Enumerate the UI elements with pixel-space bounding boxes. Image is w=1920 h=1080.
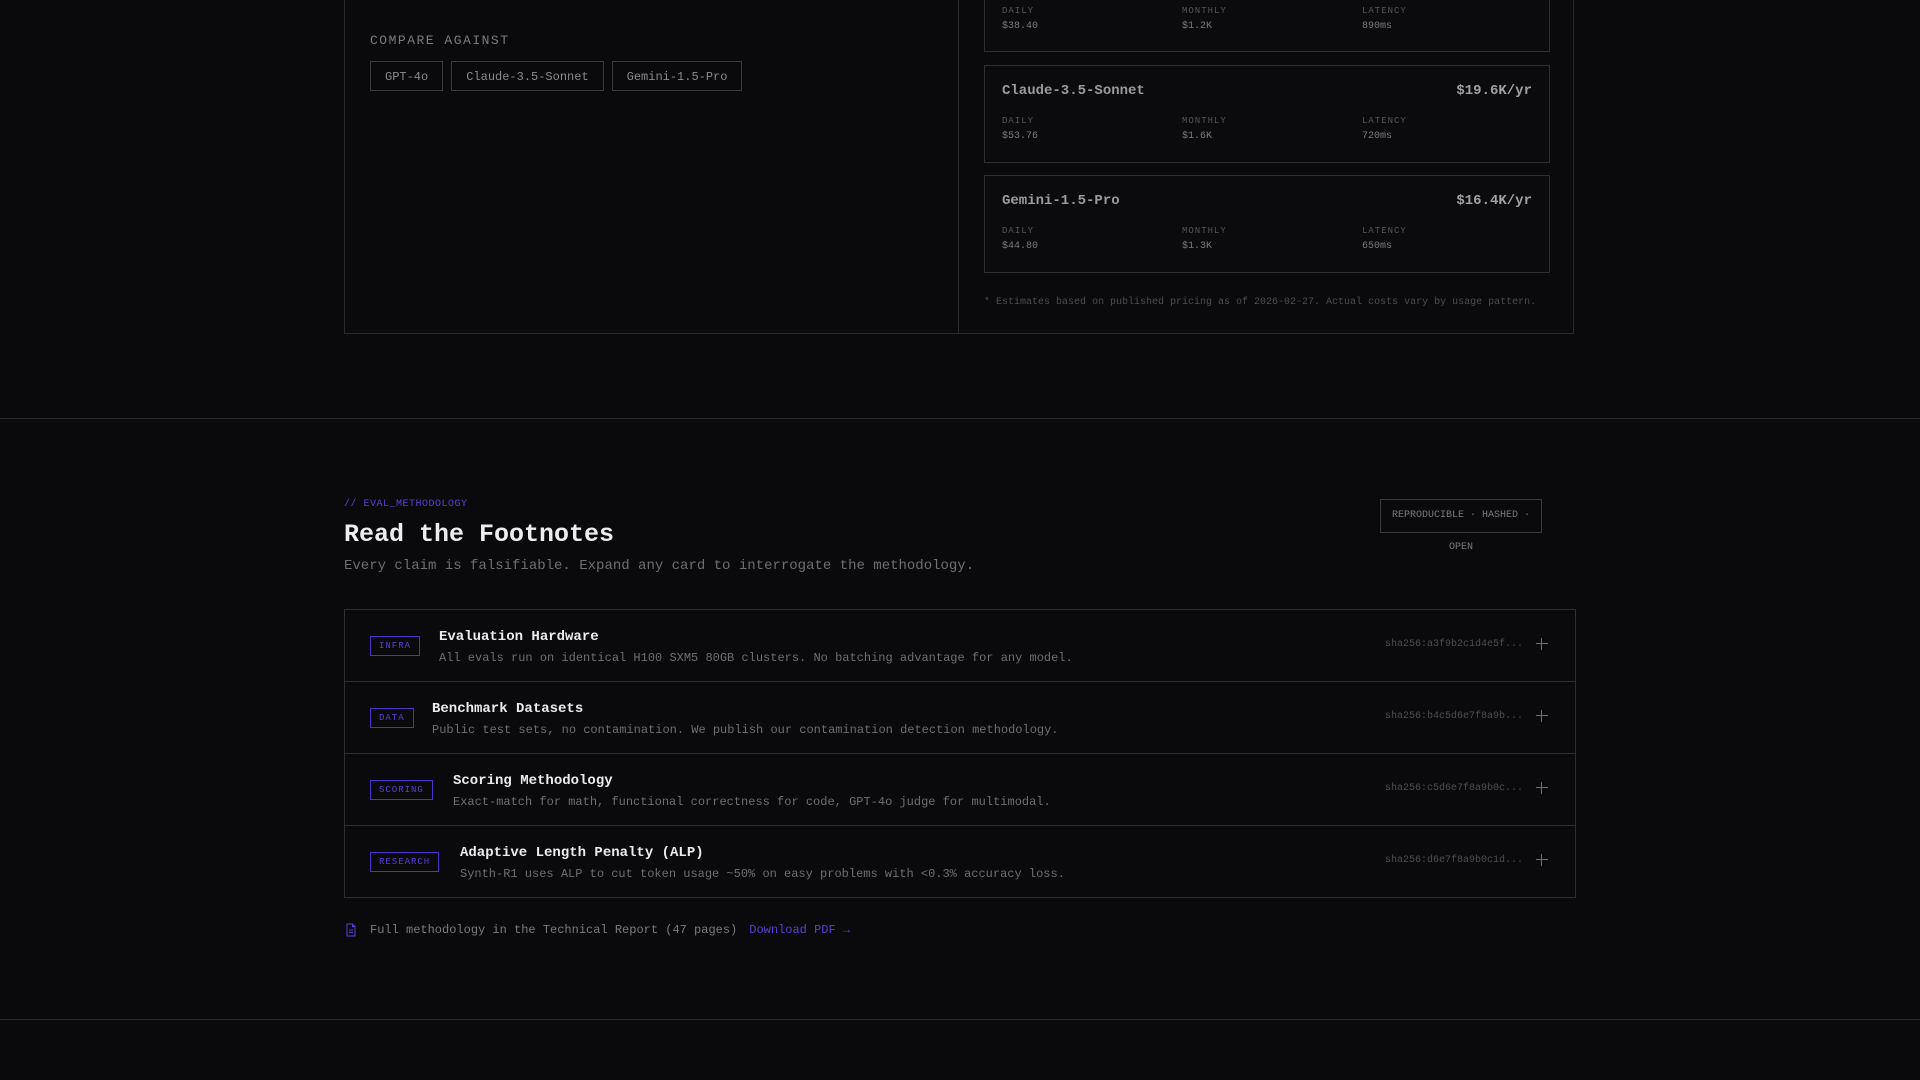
card-hash: sha256:a3f9b2c1d4e5f... — [1384, 639, 1523, 650]
stat-latency: LATENCY 650ms — [1362, 226, 1542, 252]
technical-report-text: Full methodology in the Technical Report… — [370, 923, 738, 937]
methodology-card-infra[interactable]: INFRA Evaluation Hardware All evals run … — [345, 610, 1575, 682]
section-subtitle: Every claim is falsifiable. Expand any c… — [344, 558, 975, 574]
stat-daily: DAILY $38.40 — [1002, 6, 1182, 32]
panel-divider — [958, 0, 959, 334]
stat-value: $44.80 — [1002, 241, 1039, 252]
expand-plus-icon[interactable] — [1534, 852, 1550, 868]
stat-latency: LATENCY 890ms — [1362, 6, 1542, 32]
card-description: Exact-match for math, functional correct… — [453, 795, 1051, 809]
chip-gemini-1-5-pro[interactable]: Gemini-1.5-Pro — [611, 61, 743, 91]
document-icon — [346, 923, 356, 937]
card-description: Public test sets, no contamination. We p… — [432, 723, 1059, 737]
stat-label: MONTHLY — [1182, 116, 1227, 126]
stat-label: DAILY — [1002, 226, 1035, 236]
stat-daily: DAILY $44.80 — [1002, 226, 1182, 252]
stat-monthly: MONTHLY $1.3K — [1182, 226, 1362, 252]
model-stats: DAILY $38.40 MONTHLY $1.2K LATENCY 890ms — [1002, 6, 1542, 32]
reproducible-badge: REPRODUCIBLE · HASHED · OPEN — [1380, 499, 1542, 553]
model-card: Claude-3.5-Sonnet $19.6K/yr DAILY $53.76… — [984, 65, 1550, 163]
card-hash: sha256:b4c5d6e7f8a9b... — [1384, 711, 1523, 722]
expand-plus-icon[interactable] — [1534, 636, 1550, 652]
methodology-card-research[interactable]: RESEARCH Adaptive Length Penalty (ALP) S… — [345, 826, 1575, 897]
card-description: All evals run on identical H100 SXM5 80G… — [439, 651, 1073, 665]
card-title: Scoring Methodology — [453, 773, 613, 789]
stat-value: $1.3K — [1182, 241, 1213, 252]
section-divider — [0, 1019, 1920, 1020]
category-tag: INFRA — [370, 636, 421, 656]
category-tag: RESEARCH — [370, 852, 440, 872]
card-title: Adaptive Length Penalty (ALP) — [460, 845, 704, 861]
card-description: Synth-R1 uses ALP to cut token usage ~50… — [460, 867, 1065, 881]
compare-label: COMPARE AGAINST — [370, 33, 510, 48]
stat-label: LATENCY — [1362, 226, 1407, 236]
stat-daily: DAILY $53.76 — [1002, 116, 1182, 142]
methodology-card-data[interactable]: DATA Benchmark Datasets Public test sets… — [345, 682, 1575, 754]
model-card: DAILY $38.40 MONTHLY $1.2K LATENCY 890ms — [984, 0, 1550, 52]
section-eyebrow: // EVAL_METHODOLOGY — [344, 499, 468, 510]
stat-label: LATENCY — [1362, 116, 1407, 126]
stat-monthly: MONTHLY $1.2K — [1182, 6, 1362, 32]
chip-gpt-4o[interactable]: GPT-4o — [370, 61, 444, 91]
pricing-disclaimer: * Estimates based on published pricing a… — [984, 297, 1537, 308]
stat-label: DAILY — [1002, 116, 1035, 126]
card-hash: sha256:d6e7f8a9b0c1d... — [1384, 855, 1523, 866]
model-stats: DAILY $53.76 MONTHLY $1.6K LATENCY 720ms — [1002, 116, 1542, 142]
section-divider — [0, 418, 1920, 419]
stat-value: $38.40 — [1002, 21, 1039, 32]
category-tag: SCORING — [370, 780, 433, 800]
card-hash: sha256:c5d6e7f8a9b0c... — [1384, 783, 1523, 794]
stat-label: MONTHLY — [1182, 6, 1227, 16]
expand-plus-icon[interactable] — [1534, 708, 1550, 724]
stat-label: LATENCY — [1362, 6, 1407, 16]
card-title: Evaluation Hardware — [439, 629, 599, 645]
model-name: Gemini-1.5-Pro — [1002, 193, 1120, 209]
expand-plus-icon[interactable] — [1534, 780, 1550, 796]
methodology-list: INFRA Evaluation Hardware All evals run … — [344, 609, 1576, 898]
card-title: Benchmark Datasets — [432, 701, 584, 717]
methodology-card-scoring[interactable]: SCORING Scoring Methodology Exact-match … — [345, 754, 1575, 826]
stat-value: $53.76 — [1002, 131, 1039, 142]
stat-label: MONTHLY — [1182, 226, 1227, 236]
download-pdf-link[interactable]: Download PDF → — [749, 923, 850, 937]
technical-report-line: Full methodology in the Technical Report… — [344, 923, 850, 937]
model-yearly-cost: $19.6K/yr — [1456, 83, 1532, 99]
stat-value: 720ms — [1362, 131, 1393, 142]
model-name: Claude-3.5-Sonnet — [1002, 83, 1145, 99]
stat-value: 890ms — [1362, 21, 1393, 32]
model-yearly-cost: $16.4K/yr — [1456, 193, 1532, 209]
stat-value: $1.2K — [1182, 21, 1213, 32]
stat-value: $1.6K — [1182, 131, 1213, 142]
stat-latency: LATENCY 720ms — [1362, 116, 1542, 142]
chip-claude-3-5-sonnet[interactable]: Claude-3.5-Sonnet — [451, 61, 604, 91]
category-tag: DATA — [370, 708, 414, 728]
model-stats: DAILY $44.80 MONTHLY $1.3K LATENCY 650ms — [1002, 226, 1542, 252]
compare-chips: GPT-4o Claude-3.5-Sonnet Gemini-1.5-Pro — [370, 61, 743, 91]
stat-label: DAILY — [1002, 6, 1035, 16]
stat-value: 650ms — [1362, 241, 1393, 252]
section-title: Read the Footnotes — [344, 520, 615, 549]
stat-monthly: MONTHLY $1.6K — [1182, 116, 1362, 142]
model-card: Gemini-1.5-Pro $16.4K/yr DAILY $44.80 MO… — [984, 175, 1550, 273]
